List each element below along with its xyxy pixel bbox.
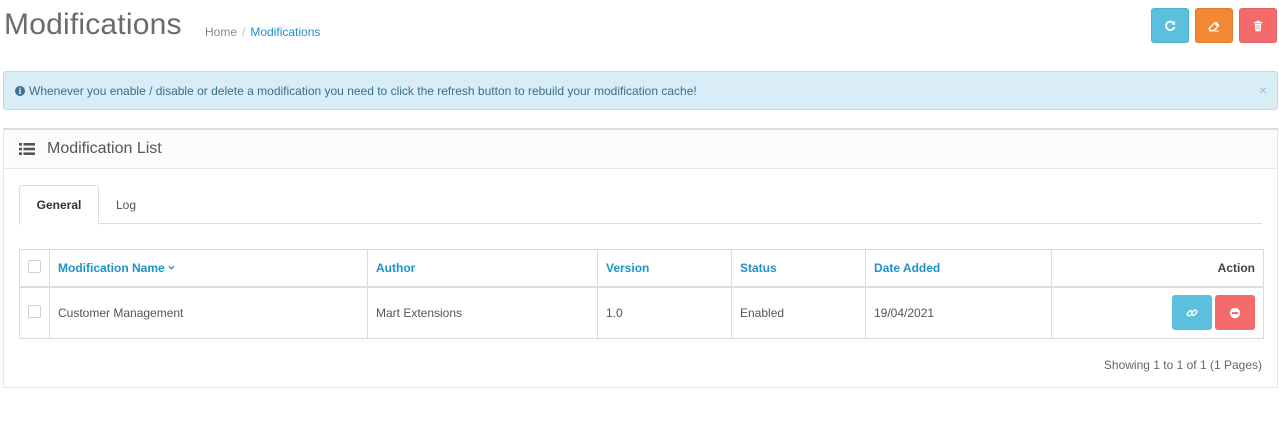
- cell-author: Mart Extensions: [367, 286, 598, 339]
- row-select-cell: [19, 286, 50, 339]
- table-header-row: Modification Name Author Version Status …: [19, 249, 1264, 288]
- link-icon: [1186, 309, 1198, 317]
- list-icon: [19, 143, 35, 155]
- page-header: Modifications Home / Modifications: [4, 0, 1279, 60]
- tab-general[interactable]: General: [19, 185, 99, 225]
- column-header-date-added[interactable]: Date Added: [865, 249, 1052, 288]
- page-title: Modifications: [4, 8, 182, 41]
- delete-button[interactable]: [1239, 8, 1277, 43]
- panel-heading: Modification List: [4, 130, 1277, 169]
- select-all-cell: [19, 249, 50, 288]
- info-circle-icon: i: [15, 85, 25, 96]
- cell-version: 1.0: [597, 286, 732, 339]
- cell-modification-name: Customer Management: [49, 286, 368, 339]
- chevron-down-icon: [168, 265, 175, 270]
- modification-table: Modification Name Author Version Status …: [19, 249, 1264, 339]
- select-all-checkbox[interactable]: [28, 259, 41, 273]
- modification-list-panel: Modification List General Log Modificati…: [3, 128, 1278, 388]
- cell-status: Enabled: [731, 286, 866, 339]
- pagination-results: Showing 1 to 1 of 1 (1 Pages): [1103, 358, 1262, 372]
- breadcrumb-home-link[interactable]: Home: [205, 25, 237, 39]
- refresh-button[interactable]: [1151, 8, 1189, 43]
- breadcrumb-separator: /: [242, 25, 246, 39]
- refresh-icon: [1165, 20, 1176, 31]
- cell-date-added: 19/04/2021: [865, 286, 1052, 339]
- header-actions: [1151, 8, 1277, 43]
- clear-button[interactable]: [1195, 8, 1233, 43]
- column-header-name-label: Modification Name: [58, 260, 165, 275]
- alert-close-button[interactable]: ×: [1259, 83, 1267, 97]
- table-row: Customer Management Mart Extensions 1.0 …: [19, 286, 1264, 339]
- tab-log[interactable]: Log: [105, 185, 147, 224]
- cell-action: [1051, 286, 1264, 339]
- disable-button[interactable]: [1215, 295, 1255, 331]
- tab-bar: General Log: [19, 185, 1262, 225]
- eraser-icon: [1208, 21, 1220, 31]
- column-header-action: Action: [1051, 249, 1264, 288]
- link-button[interactable]: [1172, 295, 1212, 331]
- column-header-version[interactable]: Version: [597, 249, 732, 288]
- column-header-author[interactable]: Author: [367, 249, 598, 288]
- row-checkbox[interactable]: [28, 304, 41, 318]
- alert-text: Whenever you enable / disable or delete …: [29, 83, 697, 98]
- breadcrumb: Home / Modifications: [205, 25, 320, 39]
- breadcrumb-modifications-link[interactable]: Modifications: [250, 25, 320, 39]
- column-header-name[interactable]: Modification Name: [49, 249, 368, 288]
- panel-title: Modification List: [47, 140, 162, 157]
- column-header-status[interactable]: Status: [731, 249, 866, 288]
- minus-circle-icon: [1229, 307, 1241, 318]
- info-alert: i Whenever you enable / disable or delet…: [3, 71, 1278, 110]
- trash-icon: [1254, 20, 1262, 31]
